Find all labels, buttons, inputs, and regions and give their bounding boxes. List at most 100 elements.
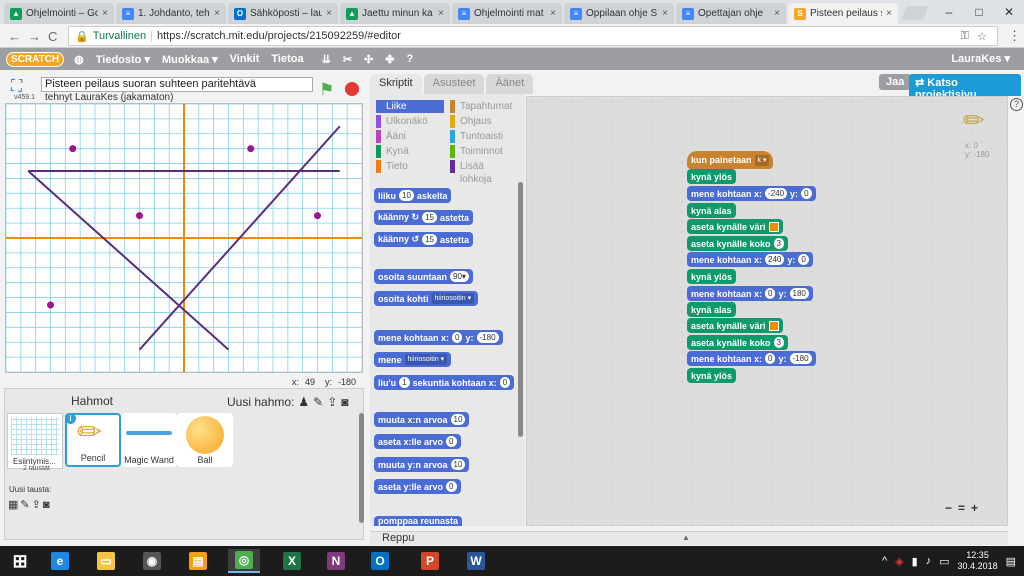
block-when-key-pressed[interactable]: kun painetaan k ▾ (687, 151, 774, 169)
block-change-x[interactable]: muuta x:n arvoa 10 (374, 412, 470, 427)
green-flag-icon[interactable]: ⚑ (319, 80, 334, 100)
sprite-pencil[interactable]: i ✏ Pencil (65, 413, 121, 467)
taskbar-app-icon[interactable]: ◉ (136, 549, 168, 573)
close-window-icon[interactable]: ✕ (994, 2, 1024, 22)
category-kynä[interactable]: Kynä (376, 145, 444, 158)
battery-icon[interactable]: ▭ (939, 555, 949, 568)
scripts-area[interactable]: ✏ x: 0 y: -180 kun painetaan k ▾ kynä ylös… (526, 96, 1008, 526)
block-input[interactable]: 0 (798, 254, 809, 265)
maximize-icon[interactable]: □ (964, 2, 994, 22)
tray-app-icon[interactable]: ◈ (895, 555, 903, 568)
block-input[interactable]: 1 (399, 377, 410, 388)
grow-icon[interactable]: ✣ (364, 53, 373, 66)
back-icon[interactable]: ← (8, 29, 21, 44)
block-move[interactable]: liiku 10 askelta (374, 188, 452, 203)
category-ääni[interactable]: Ääni (376, 130, 444, 143)
upload-icon[interactable]: ⇪ (327, 395, 337, 409)
browser-tab[interactable]: S Pisteen peilaus s × (788, 3, 898, 24)
new-tab-button[interactable] (901, 6, 929, 20)
block-input[interactable]: 15 (422, 212, 437, 223)
category-ulkonäkö[interactable]: Ulkonäkö (376, 115, 444, 128)
cut-icon[interactable]: ✂ (343, 53, 352, 66)
tab-close-icon[interactable]: × (102, 8, 108, 19)
block-dropdown[interactable]: k ▾ (754, 154, 770, 166)
block-change-y[interactable]: muuta y:n arvoa 10 (374, 457, 470, 472)
taskbar-app-icon[interactable]: X (276, 549, 308, 573)
browser-tab[interactable]: ▲ Jaettu minun ka × (340, 3, 450, 24)
block-goto-xy[interactable]: mene kohtaan x: 240 y: 0 (687, 252, 813, 267)
block-input[interactable]: 15 (422, 234, 437, 245)
clock[interactable]: 12:35 30.4.2018 (958, 550, 998, 572)
sprite-magic-wand[interactable]: Magic Wand (121, 413, 177, 467)
tab-close-icon[interactable]: × (550, 8, 556, 19)
minimize-icon[interactable]: – (934, 2, 964, 22)
block-goto-xy[interactable]: mene kohtaan x: -240 y: 0 (687, 186, 816, 201)
page-scrollbar[interactable] (1008, 96, 1024, 526)
tab-sounds[interactable]: Äänet (486, 74, 534, 94)
block-input[interactable]: -180 (789, 353, 812, 364)
taskbar-app-icon[interactable]: N (320, 549, 352, 573)
block-input[interactable]: 240 (765, 254, 785, 265)
globe-icon[interactable]: ◍ (74, 53, 84, 66)
block-input[interactable]: 0 (452, 332, 463, 343)
tray-chevron-icon[interactable]: ^ (882, 555, 887, 567)
taskbar-app-icon[interactable]: ◎ (228, 549, 260, 573)
browser-menu-icon[interactable]: ⋮ (1008, 28, 1021, 44)
stage-canvas[interactable] (5, 103, 363, 373)
block-pen-up[interactable]: kynä ylös (687, 368, 737, 383)
block-goto[interactable]: mene hiiriosoitin ▾ (374, 352, 452, 367)
tab-close-icon[interactable]: × (774, 8, 780, 19)
block-set-y[interactable]: aseta y:lle arvo 0 (374, 479, 461, 494)
category-tapahtumat[interactable]: Tapahtumat (450, 100, 518, 113)
tab-costumes[interactable]: Asusteet (423, 74, 485, 94)
tab-close-icon[interactable]: × (662, 8, 668, 19)
block-set-pen-size[interactable]: aseta kynälle koko 3 (687, 236, 788, 251)
backdrop-paint-icon[interactable]: ✎ (20, 499, 31, 511)
menu-file[interactable]: Tiedosto ▾ (96, 53, 150, 66)
block-pen-up[interactable]: kynä ylös (687, 169, 737, 184)
share-button[interactable]: Jaa (879, 74, 912, 90)
taskbar-app-icon[interactable]: O (364, 549, 396, 573)
palette-scrollbar[interactable] (518, 182, 523, 437)
block-help-icon[interactable]: ? (406, 53, 413, 65)
block-set-pen-color[interactable]: aseta kynälle väri (687, 318, 783, 333)
block-dropdown[interactable]: hiiriosoitin ▾ (431, 293, 475, 304)
tab-close-icon[interactable]: × (214, 8, 220, 19)
taskbar-app-icon[interactable]: W (460, 549, 492, 573)
backdrop-library-icon[interactable]: ▦ (8, 499, 20, 511)
block-input[interactable]: 0 (765, 288, 776, 299)
backpack-arrow-icon[interactable]: ▲ (682, 533, 690, 542)
volume-icon[interactable]: ♪ (926, 555, 932, 567)
block-input[interactable]: 0 (446, 481, 457, 492)
tab-close-icon[interactable]: × (886, 8, 892, 19)
taskbar-app-icon[interactable]: ▭ (90, 549, 122, 573)
block-input[interactable]: 90▾ (450, 271, 469, 282)
block-input[interactable]: 10 (399, 190, 414, 201)
help-icon[interactable]: ? (1010, 98, 1023, 111)
url-input[interactable]: 🔒 Turvallinen | https://scratch.mit.edu/… (68, 26, 998, 46)
browser-tab[interactable]: ≡ Oppilaan ohje S × (564, 3, 674, 24)
paint-icon[interactable]: ✎ (313, 395, 323, 409)
block-pen-down[interactable]: kynä alas (687, 203, 736, 218)
block-goto-xy[interactable]: mene kohtaan x: 0 y: -180 (374, 330, 503, 345)
zoom-reset-icon[interactable]: = (958, 501, 965, 515)
menu-edit[interactable]: Muokkaa ▾ (162, 53, 218, 66)
block-point-direction[interactable]: osoita suuntaan 90▾ (374, 269, 473, 284)
star-icon[interactable]: ☆ (977, 30, 987, 43)
taskbar-app-icon[interactable]: P (414, 549, 446, 573)
category-tieto[interactable]: Tieto (376, 160, 444, 173)
forward-icon[interactable]: → (28, 29, 41, 44)
block-set-x[interactable]: aseta x:lle arvo 0 (374, 434, 461, 449)
sprite-library-icon[interactable]: ♟ (298, 395, 309, 409)
block-input[interactable]: 3 (773, 238, 784, 249)
taskbar-app-icon[interactable]: e (44, 549, 76, 573)
block-point-towards[interactable]: osoita kohti hiiriosoitin ▾ (374, 291, 479, 306)
block-input[interactable]: -180 (476, 332, 499, 343)
menu-tips[interactable]: Vinkit (230, 53, 260, 65)
network-icon[interactable]: ▮ (912, 555, 918, 568)
sprite-ball[interactable]: Ball (177, 413, 233, 467)
backdrop-upload-icon[interactable]: ⇪ (32, 499, 43, 511)
duplicate-icon[interactable]: ⇊ (322, 53, 331, 66)
notification-icon[interactable]: ▤ (1006, 555, 1016, 568)
backdrop-camera-icon[interactable]: ◙ (43, 499, 52, 511)
